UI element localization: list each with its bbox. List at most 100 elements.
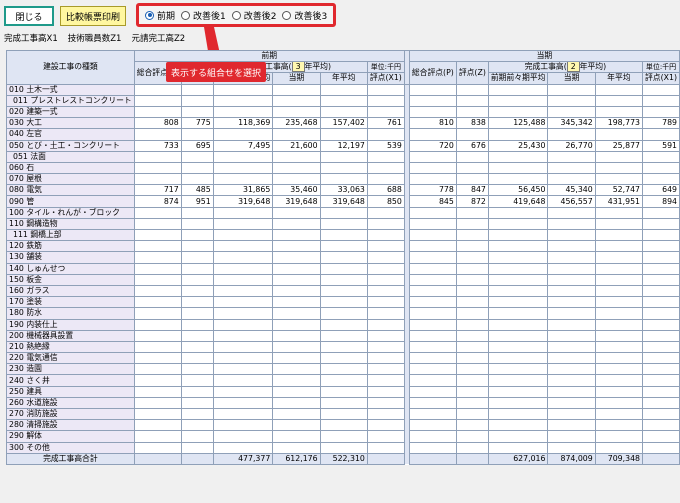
value-cell[interactable]: [547, 441, 596, 454]
value-cell[interactable]: [408, 352, 457, 365]
value-cell[interactable]: [180, 352, 214, 365]
value-cell[interactable]: [642, 430, 680, 443]
value-cell[interactable]: [642, 161, 680, 175]
value-cell[interactable]: [455, 240, 489, 253]
value-cell[interactable]: [319, 173, 368, 186]
value-cell[interactable]: [547, 352, 596, 365]
value-cell[interactable]: [642, 296, 680, 309]
value-cell[interactable]: [408, 363, 457, 376]
value-cell[interactable]: [594, 284, 644, 298]
value-cell[interactable]: [180, 363, 214, 376]
value-cell[interactable]: [487, 206, 549, 219]
value-cell[interactable]: 591: [642, 139, 680, 152]
value-cell[interactable]: [212, 240, 274, 253]
value-cell[interactable]: [319, 128, 368, 141]
value-cell[interactable]: [455, 363, 489, 376]
print-comparison-button[interactable]: 比較帳票印刷: [60, 6, 126, 26]
value-cell[interactable]: [180, 430, 214, 443]
value-cell[interactable]: [180, 128, 214, 141]
value-cell[interactable]: [180, 262, 214, 275]
value-cell[interactable]: [487, 374, 549, 387]
value-cell[interactable]: [487, 385, 549, 398]
value-cell[interactable]: [319, 318, 368, 331]
value-cell[interactable]: 717: [133, 184, 182, 197]
value-cell[interactable]: [642, 273, 680, 286]
value-cell[interactable]: [212, 228, 274, 242]
value-cell[interactable]: [272, 340, 321, 354]
value-cell[interactable]: [487, 329, 549, 342]
value-cell[interactable]: [319, 83, 368, 96]
value-cell[interactable]: [212, 296, 274, 309]
value-cell[interactable]: [272, 385, 321, 398]
value-cell[interactable]: 419,648: [487, 195, 549, 208]
value-cell[interactable]: 52,747: [594, 184, 644, 197]
value-cell[interactable]: [408, 329, 457, 342]
value-cell[interactable]: [319, 228, 368, 242]
close-button[interactable]: 閉じる: [4, 6, 54, 26]
value-cell[interactable]: [366, 273, 405, 286]
value-cell[interactable]: [455, 340, 489, 354]
value-cell[interactable]: [319, 94, 368, 107]
value-cell[interactable]: [408, 307, 457, 320]
value-cell[interactable]: [487, 161, 549, 175]
value-cell[interactable]: [366, 161, 405, 175]
value-cell[interactable]: [212, 374, 274, 387]
value-cell[interactable]: [319, 407, 368, 421]
value-cell[interactable]: [594, 352, 644, 365]
value-cell[interactable]: [133, 385, 182, 398]
value-cell[interactable]: [642, 83, 680, 96]
tab-item[interactable]: 技術職員数Z1: [68, 32, 122, 44]
value-cell[interactable]: 31,865: [212, 184, 274, 197]
value-cell[interactable]: [642, 284, 680, 298]
value-cell[interactable]: 56,450: [487, 184, 549, 197]
value-cell[interactable]: [547, 206, 596, 219]
value-cell[interactable]: [133, 441, 182, 454]
value-cell[interactable]: [547, 83, 596, 96]
value-cell[interactable]: [319, 352, 368, 365]
value-cell[interactable]: [642, 105, 680, 119]
value-cell[interactable]: [319, 430, 368, 443]
value-cell[interactable]: [408, 105, 457, 119]
value-cell[interactable]: [133, 206, 182, 219]
value-cell[interactable]: [272, 296, 321, 309]
value-cell[interactable]: [455, 419, 489, 432]
value-cell[interactable]: [408, 340, 457, 354]
value-cell[interactable]: [455, 374, 489, 387]
tab-item[interactable]: 完成工事高X1: [4, 32, 58, 44]
value-cell[interactable]: [133, 83, 182, 96]
value-cell[interactable]: [594, 150, 644, 163]
value-cell[interactable]: [133, 318, 182, 331]
value-cell[interactable]: [594, 105, 644, 119]
value-cell[interactable]: [487, 296, 549, 309]
value-cell[interactable]: [366, 307, 405, 320]
value-cell[interactable]: 894: [642, 195, 680, 208]
value-cell[interactable]: [366, 329, 405, 342]
value-cell[interactable]: [212, 352, 274, 365]
value-cell[interactable]: [319, 363, 368, 376]
value-cell[interactable]: 810: [408, 117, 457, 130]
value-cell[interactable]: [487, 262, 549, 275]
value-cell[interactable]: [487, 217, 549, 231]
value-cell[interactable]: [133, 307, 182, 320]
value-cell[interactable]: [408, 441, 457, 454]
value-cell[interactable]: 676: [455, 139, 489, 152]
value-cell[interactable]: [212, 251, 274, 264]
value-cell[interactable]: [180, 94, 214, 107]
value-cell[interactable]: [642, 318, 680, 331]
value-cell[interactable]: [180, 329, 214, 342]
value-cell[interactable]: [319, 296, 368, 309]
value-cell[interactable]: [594, 363, 644, 376]
value-cell[interactable]: [319, 396, 368, 410]
value-cell[interactable]: [594, 318, 644, 331]
value-cell[interactable]: [642, 251, 680, 264]
value-cell[interactable]: [366, 105, 405, 119]
tab-item[interactable]: 元請完工高Z2: [131, 32, 185, 44]
value-cell[interactable]: 157,402: [319, 117, 368, 130]
value-cell[interactable]: [133, 128, 182, 141]
value-cell[interactable]: [487, 273, 549, 286]
value-cell[interactable]: [133, 374, 182, 387]
value-cell[interactable]: [272, 307, 321, 320]
value-cell[interactable]: [212, 94, 274, 107]
value-cell[interactable]: [547, 105, 596, 119]
value-cell[interactable]: [366, 441, 405, 454]
